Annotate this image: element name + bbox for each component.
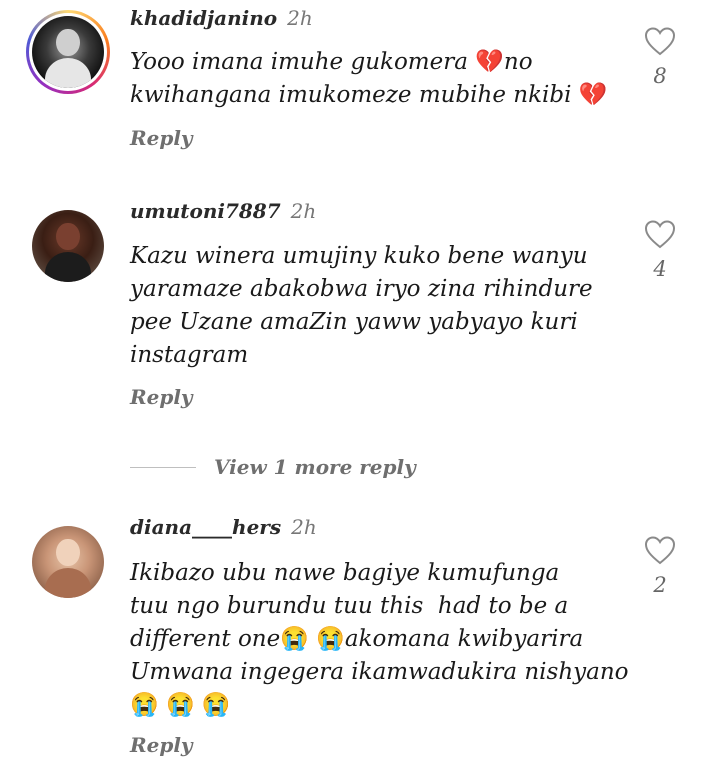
like-button[interactable]: 8 bbox=[638, 26, 682, 88]
heart-outline-icon bbox=[644, 536, 676, 565]
heart-outline-icon bbox=[644, 27, 676, 56]
comment-meta: umutoni7887 2h bbox=[130, 199, 316, 223]
comment-text: Yooo imana imuhe gukomera 💔no kwihangana… bbox=[130, 49, 608, 108]
broken-heart-emoji: 💔 bbox=[475, 49, 504, 75]
comment-text: Ikibazo ubu nawe bagiye kumufunga tuu ng… bbox=[130, 560, 629, 718]
avatar bbox=[32, 16, 104, 88]
avatar bbox=[32, 526, 104, 598]
username[interactable]: khadidjanino bbox=[130, 6, 277, 30]
like-count: 2 bbox=[653, 573, 667, 597]
comment-meta: khadidjanino 2h bbox=[130, 6, 313, 30]
broken-heart-emoji: 💔 bbox=[578, 82, 608, 108]
timestamp: 2h bbox=[290, 199, 317, 223]
avatar-story-ring[interactable] bbox=[26, 10, 110, 94]
username[interactable]: diana____hers bbox=[130, 515, 281, 539]
crying-face-emoji: 😭 bbox=[130, 692, 159, 718]
avatar-wrap[interactable] bbox=[32, 210, 104, 282]
heart-outline-icon bbox=[644, 220, 676, 249]
view-more-replies[interactable]: View 1 more reply bbox=[130, 452, 416, 482]
avatar bbox=[32, 210, 104, 282]
comment-meta: diana____hers 2h bbox=[130, 515, 317, 539]
comment-text: Kazu winera umujiny kuko bene wanyu yara… bbox=[130, 243, 593, 368]
like-count: 8 bbox=[653, 64, 667, 88]
crying-face-emoji: 😭 bbox=[201, 692, 231, 718]
username[interactable]: umutoni7887 bbox=[130, 199, 281, 223]
crying-face-emoji: 😭 bbox=[165, 692, 195, 718]
like-count: 4 bbox=[653, 257, 667, 281]
reply-button[interactable]: Reply bbox=[130, 733, 193, 757]
view-more-label: View 1 more reply bbox=[214, 455, 416, 479]
avatar-wrap[interactable] bbox=[32, 526, 104, 598]
crying-face-emoji: 😭 bbox=[280, 626, 309, 652]
crying-face-emoji: 😭 bbox=[316, 626, 345, 652]
like-button[interactable]: 4 bbox=[638, 219, 682, 281]
reply-button[interactable]: Reply bbox=[130, 126, 193, 150]
like-button[interactable]: 2 bbox=[638, 535, 682, 597]
timestamp: 2h bbox=[287, 6, 313, 30]
timestamp: 2h bbox=[291, 515, 317, 539]
divider-line bbox=[130, 466, 196, 468]
reply-button[interactable]: Reply bbox=[130, 385, 193, 409]
